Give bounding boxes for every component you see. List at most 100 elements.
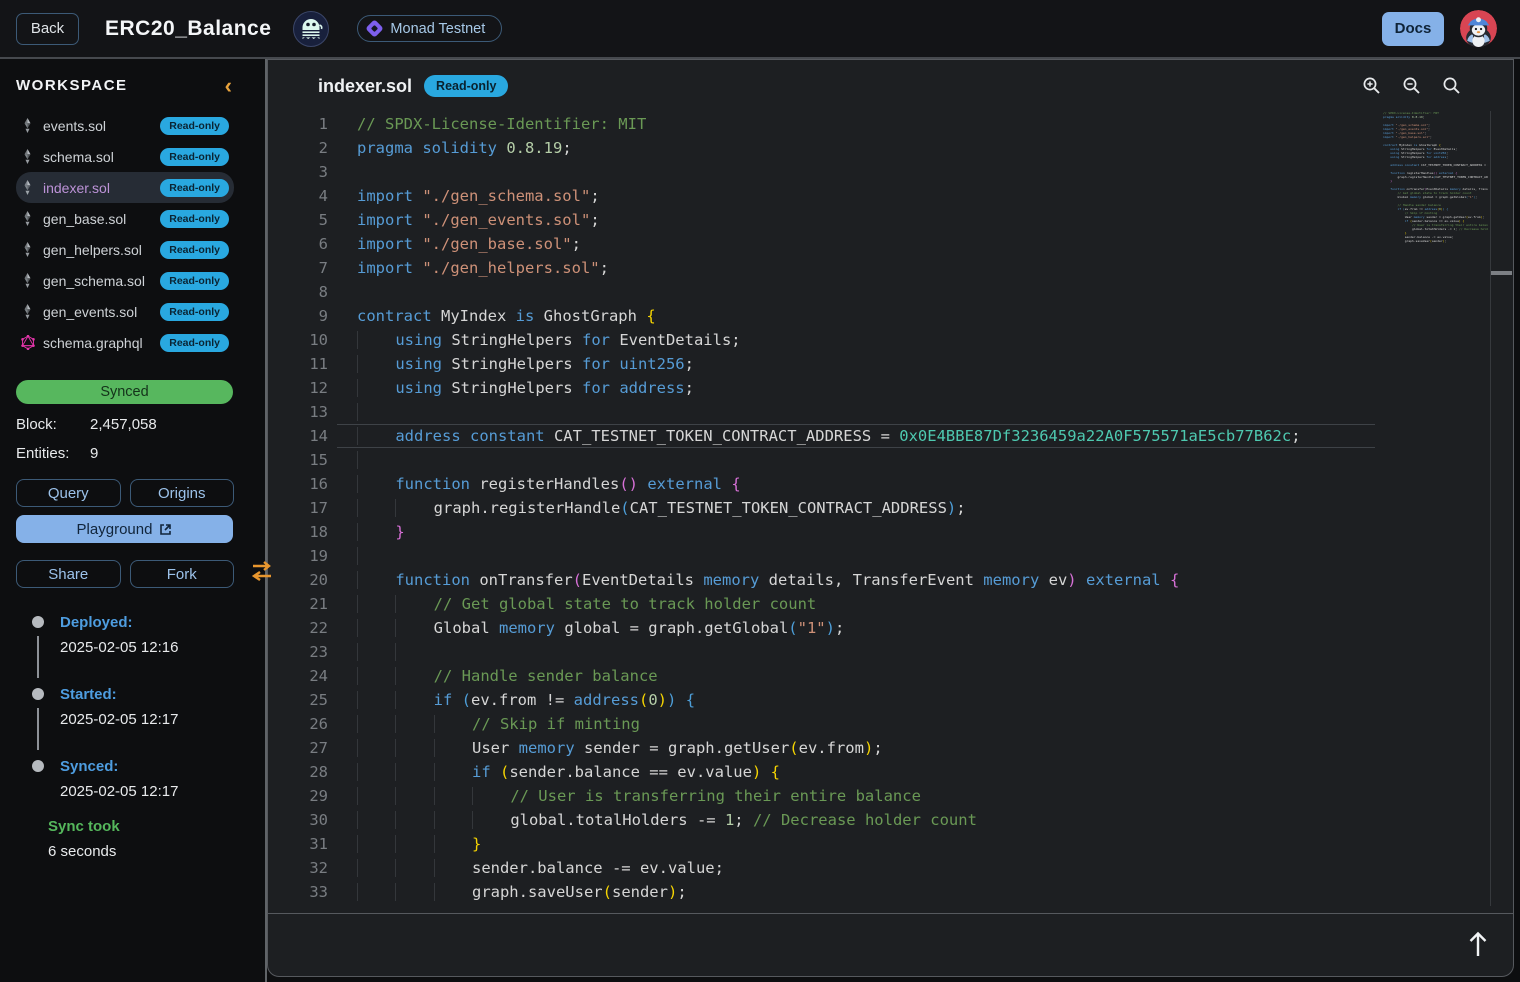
code-line: 12 using StringHelpers for address; (268, 376, 1513, 400)
solidity-file-icon (20, 242, 35, 258)
code-line: 21 // Get global state to track holder c… (268, 592, 1513, 616)
code-line: 17 graph.registerHandle(CAT_TESTNET_TOKE… (268, 496, 1513, 520)
code-line: 29 // User is transferring their entire … (268, 784, 1513, 808)
solidity-file-icon (20, 149, 35, 165)
line-number: 13 (268, 400, 328, 424)
entities-value: 9 (90, 445, 98, 462)
sidebar-item-gen_events-sol[interactable]: gen_events.solRead-only (16, 296, 234, 327)
search-icon[interactable] (1442, 76, 1462, 96)
timeline-timestamp: 2025-02-05 12:17 (60, 783, 234, 800)
file-list: events.solRead-onlyschema.solRead-onlyin… (16, 110, 234, 358)
code-line: 13 (268, 400, 1513, 424)
readonly-badge: Read-only (160, 241, 229, 259)
code-line: 15 (268, 448, 1513, 472)
code-line: 23 (268, 640, 1513, 664)
readonly-badge: Read-only (160, 210, 229, 228)
code-text: // SPDX-License-Identifier: MIT (357, 112, 646, 136)
sidebar-item-schema-graphql[interactable]: schema.graphqlRead-only (16, 327, 234, 358)
sidebar-item-indexer-sol[interactable]: indexer.solRead-only (16, 172, 234, 203)
zoom-in-icon[interactable] (1362, 76, 1382, 96)
code-text: if (ev.from != address(0)) { (357, 688, 695, 712)
timeline-timestamp: 2025-02-05 12:17 (60, 711, 234, 728)
sidebar-item-schema-sol[interactable]: schema.solRead-only (16, 141, 234, 172)
line-number: 33 (268, 880, 328, 904)
block-label: Block: (16, 416, 90, 433)
query-button[interactable]: Query (16, 479, 121, 507)
line-number: 31 (268, 832, 328, 856)
arrow-up-icon (1467, 930, 1489, 958)
collapse-sidebar-icon[interactable]: ‹ (225, 79, 232, 93)
code-text: using StringHelpers for address; (357, 376, 694, 400)
zoom-out-icon[interactable] (1402, 76, 1422, 96)
code-text: } (357, 520, 405, 544)
code-text: // Skip if minting (357, 712, 640, 736)
code-text: User memory sender = graph.getUser(ev.fr… (357, 736, 883, 760)
code-line: 30 global.totalHolders -= 1; // Decrease… (268, 808, 1513, 832)
sidebar-item-gen_schema-sol[interactable]: gen_schema.solRead-only (16, 265, 234, 296)
playground-button[interactable]: Playground (16, 515, 233, 543)
code-line: 1// SPDX-License-Identifier: MIT (268, 112, 1513, 136)
code-text: import "./gen_helpers.sol"; (357, 256, 609, 280)
editor-panel: indexer.sol Read-only (267, 59, 1514, 977)
line-number: 28 (268, 760, 328, 784)
editor-scrollbar-track (1490, 111, 1491, 906)
line-number: 27 (268, 736, 328, 760)
origins-button[interactable]: Origins (130, 479, 235, 507)
sidebar-item-gen_helpers-sol[interactable]: gen_helpers.solRead-only (16, 234, 234, 265)
timeline-item: Synced: 2025-02-05 12:17 (16, 758, 234, 800)
line-number: 2 (268, 136, 328, 160)
code-text: import "./gen_events.sol"; (357, 208, 600, 232)
share-button[interactable]: Share (16, 560, 121, 588)
file-name: events.sol (43, 118, 106, 134)
line-number: 19 (268, 544, 328, 568)
line-number: 32 (268, 856, 328, 880)
graphql-file-icon (20, 335, 35, 350)
code-text: import "./gen_base.sol"; (357, 232, 581, 256)
code-line: 22 Global memory global = graph.getGloba… (268, 616, 1513, 640)
line-number: 18 (268, 520, 328, 544)
line-number: 17 (268, 496, 328, 520)
code-text: pragma solidity 0.8.19; (1383, 115, 1425, 119)
sidebar-item-events-sol[interactable]: events.sol Read-only (16, 110, 234, 141)
file-name: schema.sol (43, 149, 114, 165)
file-name: indexer.sol (43, 180, 110, 196)
code-line: 28 if (sender.balance == ev.value) { (268, 760, 1513, 784)
sidebar-item-gen_base-sol[interactable]: gen_base.sol Read-only (16, 203, 234, 234)
editor-scrollbar-thumb[interactable] (1491, 271, 1512, 275)
code-line: 5import "./gen_events.sol"; (268, 208, 1513, 232)
sync-took-value: 6 seconds (48, 843, 234, 860)
code-text: using StringHelpers for uint256; (357, 352, 694, 376)
timeline-label: Synced: (60, 758, 234, 775)
code-text: function registerHandles() external { (357, 472, 741, 496)
docs-button[interactable]: Docs (1382, 12, 1444, 46)
entities-label: Entities: (16, 445, 90, 462)
line-number: 14 (268, 424, 328, 448)
fork-button[interactable]: Fork (130, 560, 235, 588)
code-line: 19 (268, 544, 1513, 568)
editor-filename: indexer.sol (318, 76, 412, 97)
file-name: gen_base.sol (43, 211, 126, 227)
readonly-badge: Read-only (160, 117, 229, 135)
line-number: 22 (268, 616, 328, 640)
user-avatar[interactable] (1460, 10, 1497, 47)
sync-status-button[interactable]: Synced (16, 380, 233, 404)
line-number: 9 (268, 304, 328, 328)
ghostgraph-logo-icon (293, 11, 329, 47)
sidebar-resize-handle-icon[interactable] (249, 560, 275, 582)
code-line: 8 (268, 280, 1513, 304)
code-text: graph.saveUser(sender); (357, 880, 687, 904)
workspace-sidebar: WORKSPACE ‹ events.sol Read-only schema.so… (0, 59, 250, 982)
code-text: address constant CAT_TESTNET_TOKEN_CONTR… (357, 424, 1301, 448)
code-text: global.totalHolders -= 1; // Decrease ho… (357, 808, 977, 832)
workspace-title: WORKSPACE (16, 77, 128, 94)
solidity-file-icon (20, 118, 35, 134)
scroll-to-top-button[interactable] (1467, 930, 1489, 961)
entities-stat: Entities: 9 (16, 445, 234, 462)
back-button[interactable]: Back (16, 13, 79, 45)
deploy-timeline: Deployed:2025-02-05 12:16Started:2025-02… (16, 614, 234, 800)
code-line: 33 graph.saveUser(sender); (1383, 239, 1488, 243)
network-badge-label: Monad Testnet (390, 21, 485, 37)
minimap[interactable]: 1// SPDX-License-Identifier: MIT2pragma … (1383, 111, 1488, 251)
readonly-badge: Read-only (160, 334, 229, 352)
code-line: 6import "./gen_base.sol"; (268, 232, 1513, 256)
